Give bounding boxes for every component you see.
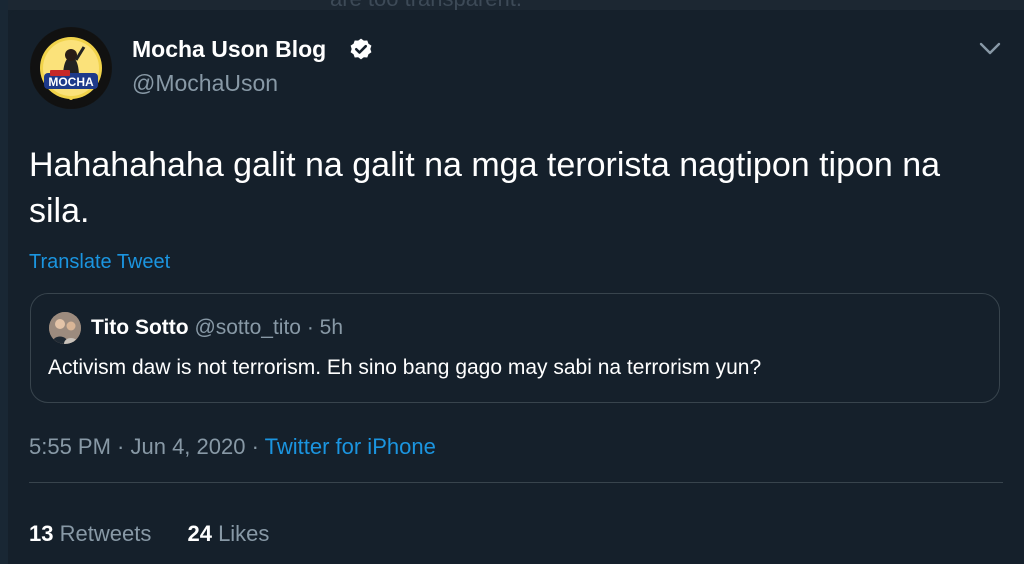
chevron-down-icon[interactable] (976, 38, 1004, 60)
avatar-logo-text: MOCHA (48, 75, 94, 89)
quoted-tweet[interactable]: Tito Sotto @sotto_tito · 5h Activism daw… (30, 293, 1000, 403)
tweet-text: Hahahahaha galit na galit na mga teroris… (29, 146, 941, 230)
tweet-stats: 13 Retweets 24 Likes (29, 521, 299, 547)
tweet-card: MOCHA Mocha Uson Blog @MochaUson Hahahah… (8, 10, 1024, 564)
author-handle[interactable]: @MochaUson (132, 70, 278, 97)
quoted-author-avatar (49, 312, 81, 344)
background-page-strip: are too transparent. (0, 0, 1024, 10)
quoted-tweet-header: Tito Sotto @sotto_tito · 5h (91, 316, 343, 340)
author-avatar[interactable]: MOCHA (30, 27, 112, 109)
retweets-label: Retweets (59, 521, 152, 546)
likes-count: 24 (187, 521, 212, 546)
divider (29, 482, 1003, 483)
author-display-name[interactable]: Mocha Uson Blog (132, 36, 326, 63)
tweet-timestamp: 5:55 PM · Jun 4, 2020 · Twitter for iPho… (29, 434, 436, 460)
screenshot-frame: are too transparent. MOCHA Mocha Uson Bl… (0, 0, 1024, 564)
quoted-author-handle: @sotto_tito (194, 316, 301, 339)
translate-tweet-link[interactable]: Translate Tweet (29, 251, 170, 274)
quoted-tweet-text: Activism daw is not terrorism. Eh sino b… (48, 356, 762, 379)
quoted-tweet-time: · 5h (306, 316, 344, 339)
verified-badge-icon (350, 38, 372, 60)
background-partial-text: are too transparent. (330, 0, 522, 10)
likes-label: Likes (218, 521, 270, 546)
quoted-author-name: Tito Sotto (91, 316, 189, 339)
tweet-time-date[interactable]: 5:55 PM · Jun 4, 2020 · (29, 434, 265, 459)
tweet-source-link[interactable]: Twitter for iPhone (265, 434, 436, 459)
likes-stat[interactable]: 24 Likes (187, 521, 269, 546)
retweets-stat[interactable]: 13 Retweets (29, 521, 151, 546)
background-left-edge (0, 0, 8, 564)
avatar-tito-icon (49, 312, 81, 344)
avatar-mocha-icon: MOCHA (31, 28, 111, 108)
retweets-count: 13 (29, 521, 54, 546)
